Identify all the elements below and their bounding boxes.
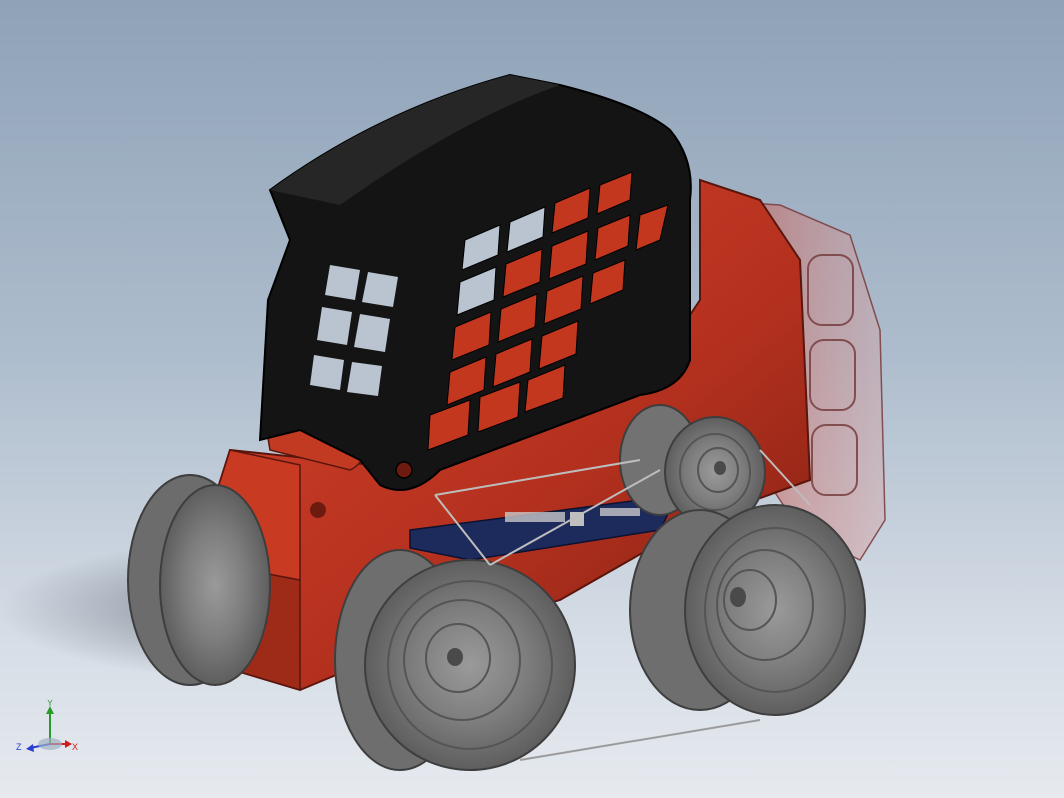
- axis-y-label: Y: [47, 700, 53, 708]
- rear-left-wheel: [127, 474, 271, 686]
- coordinate-triad-icon: Y X Z: [16, 700, 78, 752]
- front-right-wheel: [629, 504, 866, 716]
- skid-steer-model: [0, 73, 886, 771]
- cad-viewport[interactable]: Y X Z: [0, 0, 1064, 798]
- axis-z-label: Z: [16, 742, 22, 752]
- axis-x-label: X: [72, 742, 78, 752]
